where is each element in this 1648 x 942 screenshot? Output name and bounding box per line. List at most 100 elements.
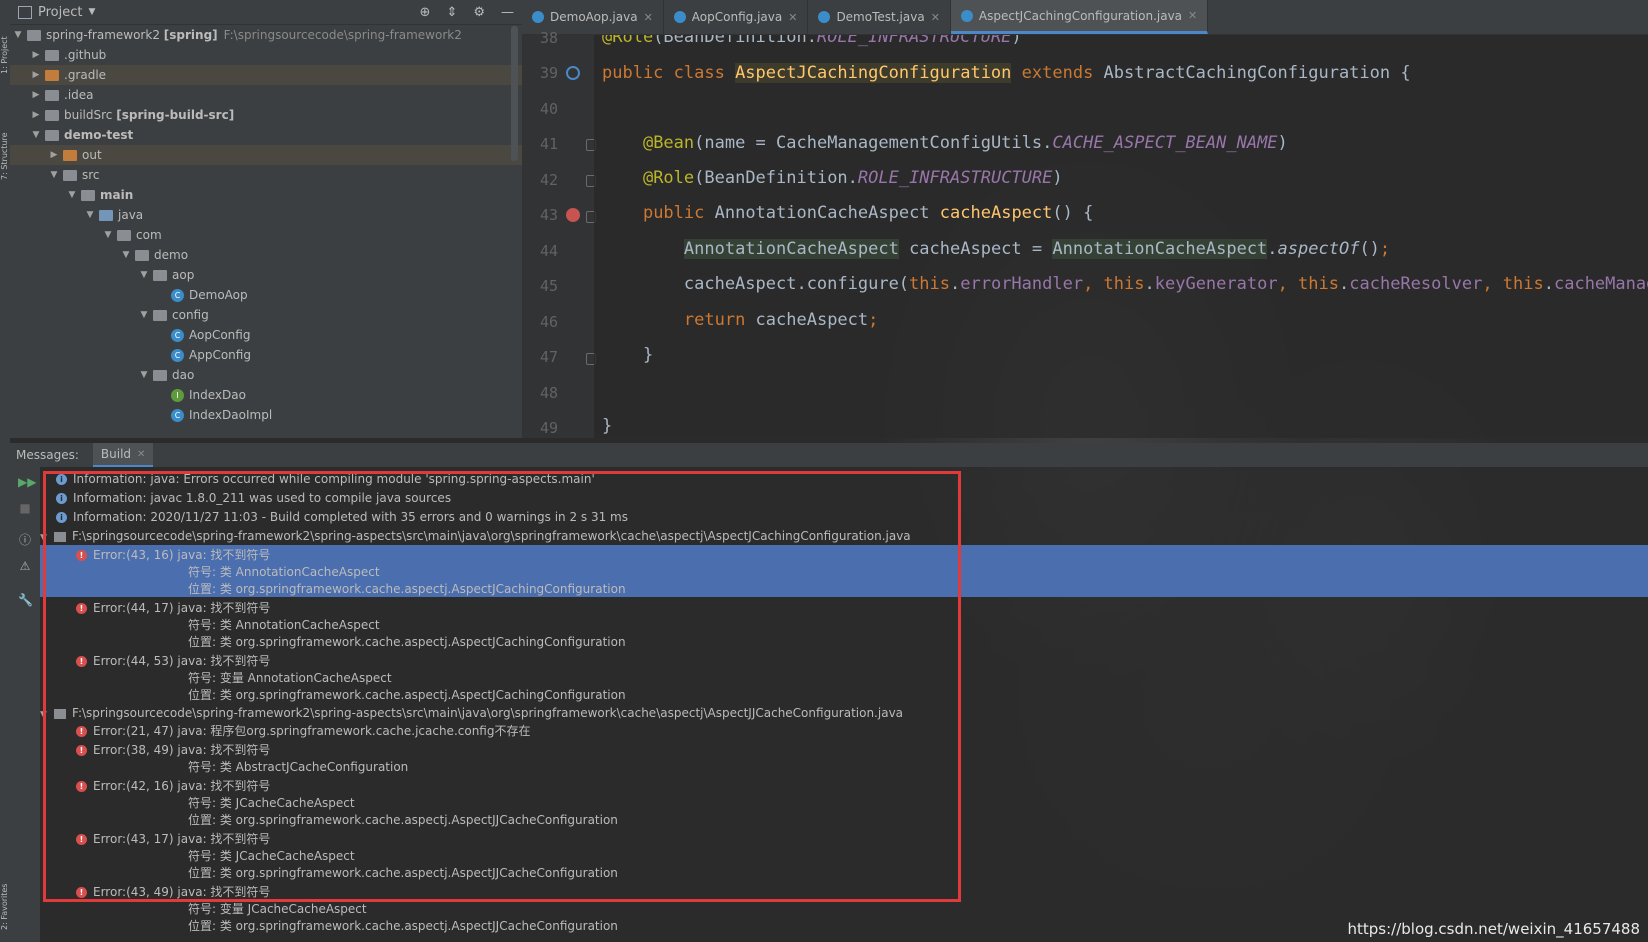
chevron-down-icon[interactable]: ▼	[138, 370, 150, 380]
tab-build[interactable]: Build ✕	[92, 443, 154, 467]
tree-item-label: demo-test	[64, 128, 134, 142]
hide-icon[interactable]: —	[501, 5, 514, 20]
project-panel-title: Project	[38, 4, 83, 20]
chevron-down-icon[interactable]: ▼	[30, 130, 42, 140]
code-line-45: cacheAspect.configure(this.errorHandler,…	[602, 274, 1648, 294]
message-error[interactable]: ! Error:(43, 16) java: 找不到符号	[76, 547, 270, 564]
message-error[interactable]: ! Error:(42, 16) java: 找不到符号	[76, 778, 270, 795]
project-view-selector[interactable]: Project ▼	[18, 5, 95, 20]
tree-item-src[interactable]: ▼ src	[10, 165, 522, 185]
message-error[interactable]: ! Error:(44, 17) java: 找不到符号	[76, 600, 270, 617]
tree-item-demo[interactable]: ▼ demo	[10, 245, 522, 265]
close-icon[interactable]: ✕	[931, 11, 940, 24]
tab-demotest[interactable]: DemoTest.java ✕	[808, 0, 951, 34]
chevron-down-icon[interactable]: ▼	[102, 230, 114, 240]
tree-item-main[interactable]: ▼ main	[10, 185, 522, 205]
close-icon[interactable]: ✕	[788, 11, 797, 24]
chevron-right-icon[interactable]: ▶	[30, 70, 42, 80]
tree-item-label: dao	[172, 368, 195, 382]
tree-item-indexdao[interactable]: I IndexDao	[10, 385, 522, 405]
message-error[interactable]: ! Error:(21, 47) java: 程序包org.springframe…	[76, 723, 530, 740]
stop-icon[interactable]: ■	[18, 501, 32, 515]
wrench-icon[interactable]: 🔧	[18, 593, 33, 607]
message-error[interactable]: ! Error:(43, 49) java: 找不到符号	[76, 884, 270, 901]
class-icon: C	[171, 348, 184, 362]
tree-item-label: main	[100, 188, 134, 202]
project-side-tab[interactable]: 1: Project	[0, 4, 10, 74]
chevron-down-icon[interactable]: ▼	[66, 190, 78, 200]
tree-item-root[interactable]: ▼ spring-framework2 [spring] F:\springso…	[10, 25, 522, 45]
chevron-down-icon[interactable]: ▼	[138, 310, 150, 320]
code-line-38: @Role(BeanDefinition.ROLE_INFRASTRUCTURE…	[602, 35, 1022, 47]
message-info[interactable]: i Information: 2020/11/27 11:03 - Build c…	[56, 509, 628, 526]
structure-side-tab[interactable]: 7: Structure	[0, 100, 10, 180]
code-line-41: @Bean(name = CacheManagementConfigUtils.…	[642, 133, 1288, 153]
locate-icon[interactable]: ⊕	[420, 5, 431, 20]
message-error[interactable]: ! Error:(43, 17) java: 找不到符号	[76, 831, 270, 848]
info-icon: i	[56, 474, 67, 485]
tree-item-label: AppConfig	[189, 348, 251, 362]
message-info[interactable]: i Information: java: Errors occurred whil…	[56, 471, 595, 488]
tree-item-aop[interactable]: ▼ aop	[10, 265, 522, 285]
message-error[interactable]: ! Error:(44, 53) java: 找不到符号	[76, 653, 270, 670]
favorites-side-tab[interactable]: 2: Favorites	[0, 840, 10, 930]
project-panel-header: Project ▼ ⊕ ⇕ ⚙ —	[10, 0, 522, 25]
folder-icon	[45, 89, 59, 101]
message-text: F:\springsourcecode\spring-framework2\sp…	[72, 529, 911, 543]
tree-item-config[interactable]: ▼ config	[10, 305, 522, 325]
tree-item-demoaop[interactable]: C DemoAop	[10, 285, 522, 305]
message-file-node[interactable]: ▼ F:\springsourcecode\spring-framework2\s…	[40, 705, 903, 722]
tree-item-dao[interactable]: ▼ dao	[10, 365, 522, 385]
chevron-right-icon[interactable]: ▶	[30, 50, 42, 60]
tree-item-label: java	[118, 208, 144, 222]
tree-item-idea[interactable]: ▶ .idea	[10, 85, 522, 105]
close-icon[interactable]: ✕	[137, 449, 145, 460]
project-scrollbar[interactable]	[511, 26, 518, 161]
chevron-down-icon[interactable]: ▼	[40, 707, 50, 724]
rerun-icon[interactable]: ▶▶	[18, 475, 36, 489]
bean-method-icon[interactable]	[566, 208, 580, 222]
close-icon[interactable]: ✕	[644, 11, 653, 24]
tab-aopconfig[interactable]: AopConfig.java ✕	[664, 0, 809, 34]
chevron-down-icon[interactable]: ▼	[120, 250, 132, 260]
tree-item-aopconfig[interactable]: C AopConfig	[10, 325, 522, 345]
interface-icon: I	[171, 388, 184, 402]
message-info[interactable]: i Information: javac 1.8.0_211 was used t…	[56, 490, 451, 507]
folder-icon	[63, 169, 77, 181]
message-text: Error:(43, 16) java: 找不到符号	[93, 548, 271, 562]
message-file-node[interactable]: ▼ F:\springsourcecode\spring-framework2\s…	[40, 528, 911, 545]
chevron-down-icon[interactable]: ▼	[48, 170, 60, 180]
chevron-right-icon[interactable]: ▶	[48, 150, 60, 160]
chevron-down-icon[interactable]: ▼	[84, 210, 96, 220]
tree-item-buildsrc[interactable]: ▶ buildSrc [spring-build-src]	[10, 105, 522, 125]
chevron-down-icon[interactable]: ▼	[12, 30, 24, 40]
line-number: 39	[539, 64, 558, 82]
tree-item-indexdaoimpl[interactable]: C IndexDaoImpl	[10, 405, 522, 425]
chevron-down-icon[interactable]: ▼	[138, 270, 150, 280]
warning-filter-icon[interactable]: ⚠	[18, 559, 32, 573]
configuration-icon[interactable]	[566, 66, 580, 80]
tree-item-java[interactable]: ▼ java	[10, 205, 522, 225]
tree-item-gradle[interactable]: ▶ .gradle	[10, 65, 522, 85]
tree-item-label: IndexDaoImpl	[189, 408, 273, 422]
class-icon: C	[171, 328, 184, 342]
close-icon[interactable]: ✕	[1188, 9, 1197, 22]
message-text: Error:(42, 16) java: 找不到符号	[93, 779, 271, 793]
chevron-right-icon[interactable]: ▶	[30, 110, 42, 120]
info-filter-icon[interactable]: ⓘ	[18, 533, 32, 547]
tree-item-github[interactable]: ▶ .github	[10, 45, 522, 65]
tree-item-out[interactable]: ▶ out	[10, 145, 522, 165]
tab-aspectjcachingconfiguration[interactable]: AspectJCachingConfiguration.java ✕	[950, 0, 1209, 34]
code-editor[interactable]: @Role(BeanDefinition.ROLE_INFRASTRUCTURE…	[594, 35, 1648, 438]
package-icon	[153, 309, 167, 321]
tree-item-com[interactable]: ▼ com	[10, 225, 522, 245]
tree-item-label: DemoAop	[189, 288, 248, 302]
collapse-all-icon[interactable]: ⇕	[446, 5, 457, 20]
tree-item-demo-test[interactable]: ▼ demo-test	[10, 125, 522, 145]
gear-icon[interactable]: ⚙	[473, 5, 485, 20]
tree-item-appconfig[interactable]: C AppConfig	[10, 345, 522, 365]
class-icon	[960, 9, 973, 22]
chevron-right-icon[interactable]: ▶	[30, 90, 42, 100]
message-error[interactable]: ! Error:(38, 49) java: 找不到符号	[76, 742, 270, 759]
line-number: 40	[539, 100, 558, 118]
